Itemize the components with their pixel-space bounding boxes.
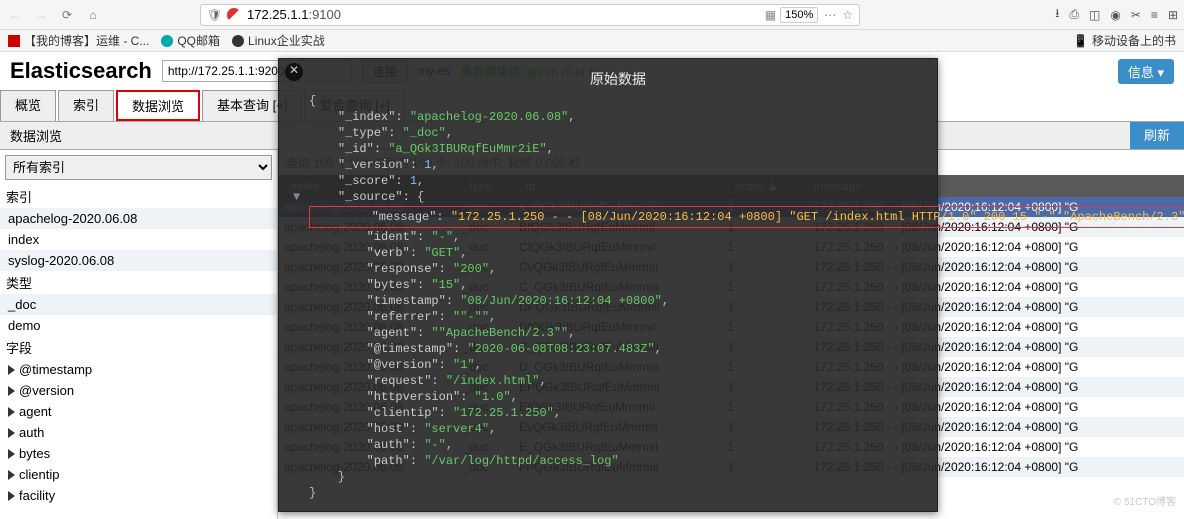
chevron-right-icon bbox=[8, 365, 15, 375]
field-timestamp[interactable]: @timestamp bbox=[0, 359, 277, 380]
chevron-right-icon bbox=[8, 407, 15, 417]
field-version[interactable]: @version bbox=[0, 380, 277, 401]
field-clientip[interactable]: clientip bbox=[0, 464, 277, 485]
reload-icon[interactable]: ⟳ bbox=[58, 6, 76, 24]
field-bytes[interactable]: bytes bbox=[0, 443, 277, 464]
refresh-button[interactable]: 刷新 bbox=[1130, 122, 1184, 149]
zoom-level[interactable]: 150% bbox=[780, 7, 818, 23]
index-label: 索引 bbox=[0, 185, 277, 208]
field-agent[interactable]: agent bbox=[0, 401, 277, 422]
nav-forward-icon[interactable]: → bbox=[32, 6, 50, 24]
index-apachelog[interactable]: apachelog-2020.06.08 bbox=[0, 208, 277, 229]
red-square-icon bbox=[8, 35, 20, 47]
field-label: 字段 bbox=[0, 336, 277, 359]
home-icon[interactable]: ⌂ bbox=[84, 6, 102, 24]
tux-icon bbox=[232, 35, 244, 47]
json-body: { "_index": "apachelog-2020.06.08", "_ty… bbox=[309, 93, 927, 501]
tab-browse[interactable]: 数据浏览 bbox=[116, 90, 200, 121]
type-doc[interactable]: _doc bbox=[0, 294, 277, 315]
sidebar: 所有索引 索引 apachelog-2020.06.08 index syslo… bbox=[0, 150, 278, 519]
field-facility[interactable]: facility bbox=[0, 485, 277, 506]
field-auth[interactable]: auth bbox=[0, 422, 277, 443]
tab-overview[interactable]: 概览 bbox=[0, 90, 56, 121]
screenshot-icon[interactable]: ✂ bbox=[1131, 8, 1141, 22]
overlay-title: 原始数据 bbox=[309, 69, 927, 89]
index-index[interactable]: index bbox=[0, 229, 277, 250]
close-icon[interactable]: ✕ bbox=[285, 63, 303, 81]
bookmark-mobile[interactable]: 📱 移动设备上的书 bbox=[1073, 32, 1176, 49]
type-label: 类型 bbox=[0, 271, 277, 294]
bookmark-linux[interactable]: Linux企业实战 bbox=[232, 32, 325, 49]
chevron-right-icon bbox=[8, 428, 15, 438]
url-text: 172.25.1.1:9100 bbox=[247, 7, 765, 22]
index-select[interactable]: 所有索引 bbox=[5, 155, 272, 180]
more-icon[interactable]: ⋯ bbox=[824, 8, 836, 22]
bookmark-qq[interactable]: QQ邮箱 bbox=[161, 32, 220, 49]
sync-icon[interactable]: ◉ bbox=[1110, 8, 1120, 22]
qq-icon bbox=[161, 35, 173, 47]
bookmark-star-icon[interactable]: ☆ bbox=[842, 8, 853, 22]
extension-icon[interactable]: ⊞ bbox=[1168, 8, 1178, 22]
browser-toolbar: ← → ⟳ ⌂ 🛡 172.25.1.1:9100 ▦ 150% ⋯ ☆ ⭳ ⎙… bbox=[0, 0, 1184, 30]
bookmark-bar: 【我的博客】运维 - C... QQ邮箱 Linux企业实战 📱 移动设备上的书 bbox=[0, 30, 1184, 52]
info-button[interactable]: 信息 ▾ bbox=[1118, 59, 1174, 84]
chevron-right-icon bbox=[8, 386, 15, 396]
tab-indices[interactable]: 索引 bbox=[58, 90, 114, 121]
url-bar[interactable]: 🛡 172.25.1.1:9100 ▦ 150% ⋯ ☆ bbox=[200, 4, 860, 26]
library-icon[interactable]: ⎙ bbox=[1069, 7, 1079, 22]
index-syslog[interactable]: syslog-2020.06.08 bbox=[0, 250, 277, 271]
bookmark-blog[interactable]: 【我的博客】运维 - C... bbox=[8, 32, 149, 49]
raw-json-overlay: ✕ 原始数据 { "_index": "apachelog-2020.06.08… bbox=[278, 58, 938, 512]
chevron-right-icon bbox=[8, 470, 15, 480]
watermark: © 51CTO博客 bbox=[1114, 493, 1176, 508]
type-demo[interactable]: demo bbox=[0, 315, 277, 336]
chevron-right-icon bbox=[8, 449, 15, 459]
app-title: Elasticsearch bbox=[10, 58, 152, 84]
download-icon[interactable]: ⭳ bbox=[1055, 4, 1059, 25]
noscript-icon bbox=[227, 8, 241, 22]
shield-icon: 🛡 bbox=[207, 8, 221, 22]
sidebar-icon[interactable]: ◫ bbox=[1089, 8, 1100, 22]
reader-icon[interactable]: ▦ bbox=[765, 8, 776, 22]
nav-back-icon[interactable]: ← bbox=[6, 6, 24, 24]
sub-title: 数据浏览 bbox=[0, 122, 72, 149]
chevron-right-icon bbox=[8, 491, 15, 501]
menu-icon[interactable]: ≡ bbox=[1151, 8, 1158, 22]
